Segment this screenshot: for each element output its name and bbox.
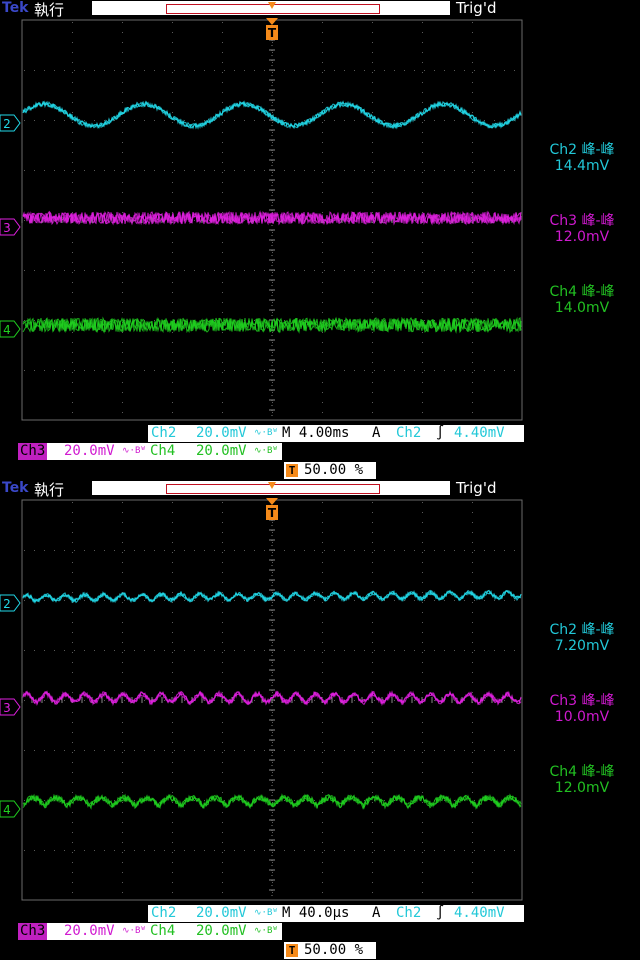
record-trigger-icon: [268, 2, 276, 9]
ch2-scale: 20.0mV: [196, 425, 247, 441]
trigger-slope-icon: ∫: [436, 425, 445, 441]
trigger-mode: A: [372, 905, 381, 921]
bw-limit-icon: ∿·Bᵂ: [254, 908, 278, 918]
trigger-position-icon: T: [286, 464, 298, 477]
svg-text:4: 4: [3, 323, 11, 337]
measurement-ch2: Ch2 峰-峰 14.4mV: [549, 142, 615, 174]
ch4-level-marker[interactable]: 4: [0, 320, 21, 338]
scope-capture-top: Tek 執行 Trig'd T234 Ch2 峰-峰 14.4mV Ch3 峰-…: [0, 0, 640, 480]
trigger-source: Ch2: [396, 905, 422, 921]
svg-text:4: 4: [3, 803, 11, 817]
bw-limit-icon: ∿·Bᵂ: [122, 446, 146, 456]
ch2-scale: 20.0mV: [196, 905, 247, 921]
measurement-ch2: Ch2 峰-峰 7.20mV: [549, 622, 615, 654]
bw-limit-icon: ∿·Bᵂ: [254, 446, 278, 456]
scope-capture-bottom: Tek 執行 Trig'd T234 Ch2 峰-峰 7.20mV Ch3 峰-…: [0, 479, 640, 960]
ch2-level-marker[interactable]: 2: [0, 594, 21, 612]
settings-row-1: Ch2 20.0mV ∿·Bᵂ M 4.00ms A Ch2 ∫ 4.40mV: [148, 425, 524, 442]
ch2-label: Ch2: [151, 905, 177, 921]
ch4-scale: 20.0mV: [196, 443, 247, 459]
trigger-position-box: T 50.00 %: [284, 462, 376, 479]
trigger-marker-label: T: [268, 26, 277, 40]
timebase: M 40.0µs: [282, 905, 350, 921]
ch4-label: Ch4: [150, 443, 176, 459]
ch3-label: Ch3: [18, 443, 48, 460]
measurement-ch4: Ch4 峰-峰 14.0mV: [549, 284, 615, 316]
ch2-label: Ch2: [151, 425, 177, 441]
trigger-mode: A: [372, 425, 381, 441]
svg-text:2: 2: [3, 117, 11, 131]
svg-text:3: 3: [3, 221, 11, 235]
ch4-scale: 20.0mV: [196, 923, 247, 939]
settings-row-2: Ch3 20.0mV ∿·Bᵂ Ch4 20.0mV ∿·Bᵂ: [18, 923, 282, 940]
ch2-level-marker[interactable]: 2: [0, 114, 21, 132]
svg-text:2: 2: [3, 597, 11, 611]
ch3-level-marker[interactable]: 3: [0, 698, 21, 716]
measurement-ch3: Ch3 峰-峰 12.0mV: [549, 213, 615, 245]
ch3-label: Ch3: [18, 923, 48, 940]
bw-limit-icon: ∿·Bᵂ: [122, 926, 146, 936]
bw-limit-icon: ∿·Bᵂ: [254, 926, 278, 936]
measurement-ch4: Ch4 峰-峰 12.0mV: [549, 764, 615, 796]
settings-row-2: Ch3 20.0mV ∿·Bᵂ Ch4 20.0mV ∿·Bᵂ: [18, 443, 282, 460]
trigger-position: 50.00 %: [304, 462, 364, 478]
ch4-level-marker[interactable]: 4: [0, 800, 21, 818]
bw-limit-icon: ∿·Bᵂ: [254, 428, 278, 438]
ch3-scale: 20.0mV: [64, 923, 115, 939]
ch3-scale: 20.0mV: [64, 443, 115, 459]
timebase: M 4.00ms: [282, 425, 350, 441]
svg-text:3: 3: [3, 701, 11, 715]
measurement-ch3: Ch3 峰-峰 10.0mV: [549, 693, 615, 725]
record-trigger-icon: [268, 482, 276, 489]
ch4-label: Ch4: [150, 923, 176, 939]
trigger-marker-label: T: [268, 506, 277, 520]
trigger-position-box: T 50.00 %: [284, 942, 376, 959]
ch3-level-marker[interactable]: 3: [0, 218, 21, 236]
trigger-position: 50.00 %: [304, 942, 364, 958]
trigger-level: 4.40mV: [454, 905, 505, 921]
trigger-level: 4.40mV: [454, 425, 505, 441]
trigger-slope-icon: ∫: [436, 905, 445, 921]
settings-row-1: Ch2 20.0mV ∿·Bᵂ M 40.0µs A Ch2 ∫ 4.40mV: [148, 905, 524, 922]
trigger-position-icon: T: [286, 944, 298, 957]
trigger-source: Ch2: [396, 425, 422, 441]
